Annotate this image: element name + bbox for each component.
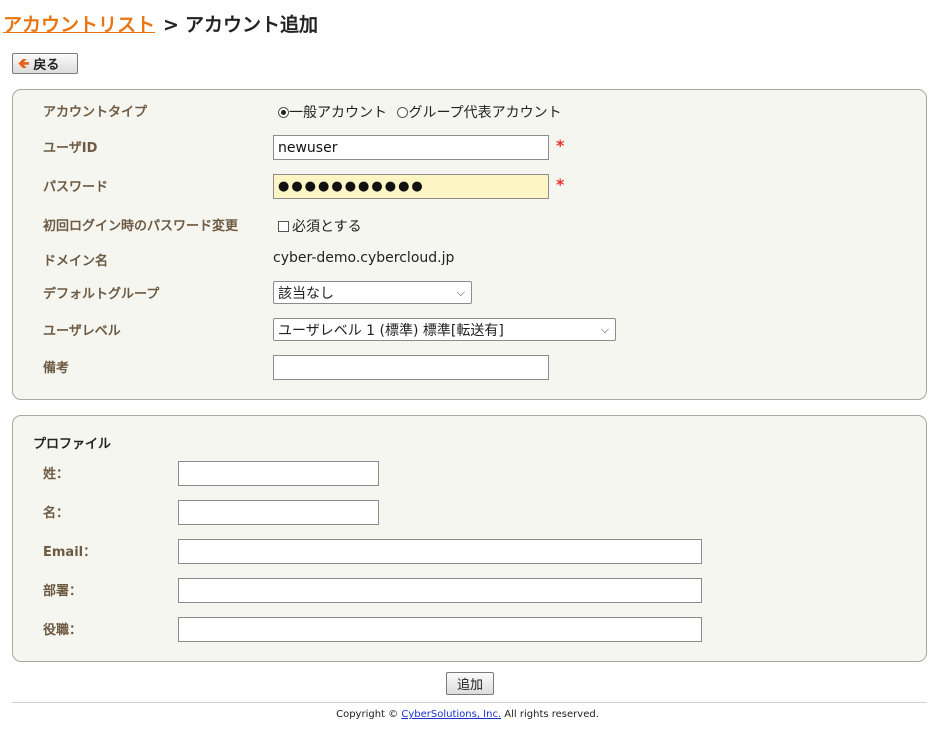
domain-label: ドメイン名: [43, 254, 109, 269]
breadcrumb-current: アカウント追加: [184, 14, 318, 36]
radio-group-icon: [397, 107, 409, 118]
pw-change-checkbox-label: 必須とする: [292, 219, 362, 235]
divider: [12, 702, 927, 703]
last-name-input[interactable]: [178, 461, 379, 486]
radio-general-account[interactable]: 一般アカウント: [278, 105, 387, 121]
chevron-down-icon: ⌵: [600, 322, 609, 336]
user-id-input[interactable]: newuser: [273, 135, 549, 160]
account-type-label: アカウントタイプ: [43, 105, 148, 120]
note-input[interactable]: [273, 355, 549, 380]
page-title: アカウントリスト > アカウント追加: [3, 10, 318, 37]
pw-change-label: 初回ログイン時のパスワード変更: [43, 219, 239, 234]
add-button[interactable]: 追加: [446, 672, 494, 695]
password-input[interactable]: ●●●●●●●●●●●: [273, 174, 549, 199]
user-level-select[interactable]: ユーザレベル 1 (標準) 標準[転送有] ⌵: [273, 318, 616, 341]
default-group-value: 該当なし: [278, 285, 334, 302]
footer-prefix: Copyright ©: [336, 709, 402, 720]
user-id-label: ユーザID: [43, 141, 98, 156]
password-required-mark: *: [556, 175, 565, 194]
pw-change-checkbox[interactable]: 必須とする: [278, 216, 362, 236]
account-settings-panel: アカウントタイプ 一般アカウント グループ代表アカウント ユーザID newus…: [12, 89, 927, 400]
department-input[interactable]: [178, 578, 702, 603]
radio-group-account[interactable]: グループ代表アカウント: [397, 105, 562, 121]
password-label: パスワード: [43, 180, 109, 195]
first-name-input[interactable]: [178, 500, 379, 525]
email-label: Email：: [43, 545, 97, 560]
department-label: 部署：: [43, 584, 83, 599]
footer-suffix: All rights reserved.: [501, 709, 599, 720]
checkbox-icon: [278, 221, 289, 232]
footer: Copyright © CyberSolutions, Inc. All rig…: [0, 709, 935, 720]
default-group-label: デフォルトグループ: [43, 287, 160, 302]
profile-panel: プロファイル 姓： 名： Email： 部署： 役職：: [12, 415, 927, 662]
footer-company-link[interactable]: CyberSolutions, Inc.: [401, 709, 501, 720]
back-button-label: 戻る: [33, 58, 60, 73]
arrow-left-icon: 🡸: [18, 55, 30, 72]
radio-general-label: 一般アカウント: [289, 105, 387, 121]
position-label: 役職：: [43, 623, 83, 638]
first-name-label: 名：: [43, 506, 70, 521]
chevron-down-icon: ⌵: [456, 285, 465, 299]
breadcrumb-separator: >: [163, 14, 179, 36]
radio-general-icon: [278, 107, 289, 118]
last-name-label: 姓：: [43, 467, 70, 482]
email-input[interactable]: [178, 539, 702, 564]
domain-value: cyber-demo.cybercloud.jp: [273, 250, 455, 266]
position-input[interactable]: [178, 617, 702, 642]
profile-section-title: プロファイル: [33, 437, 112, 452]
note-label: 備考: [43, 361, 70, 376]
account-type-options: 一般アカウント グループ代表アカウント: [278, 102, 562, 122]
radio-group-label: グループ代表アカウント: [408, 105, 562, 121]
user-level-label: ユーザレベル: [43, 324, 121, 339]
breadcrumb-account-list-link[interactable]: アカウントリスト: [3, 14, 155, 36]
back-button[interactable]: 🡸 戻る: [12, 53, 78, 74]
user-level-value: ユーザレベル 1 (標準) 標準[転送有]: [278, 322, 504, 339]
default-group-select[interactable]: 該当なし ⌵: [273, 281, 472, 304]
user-id-required-mark: *: [556, 136, 565, 155]
